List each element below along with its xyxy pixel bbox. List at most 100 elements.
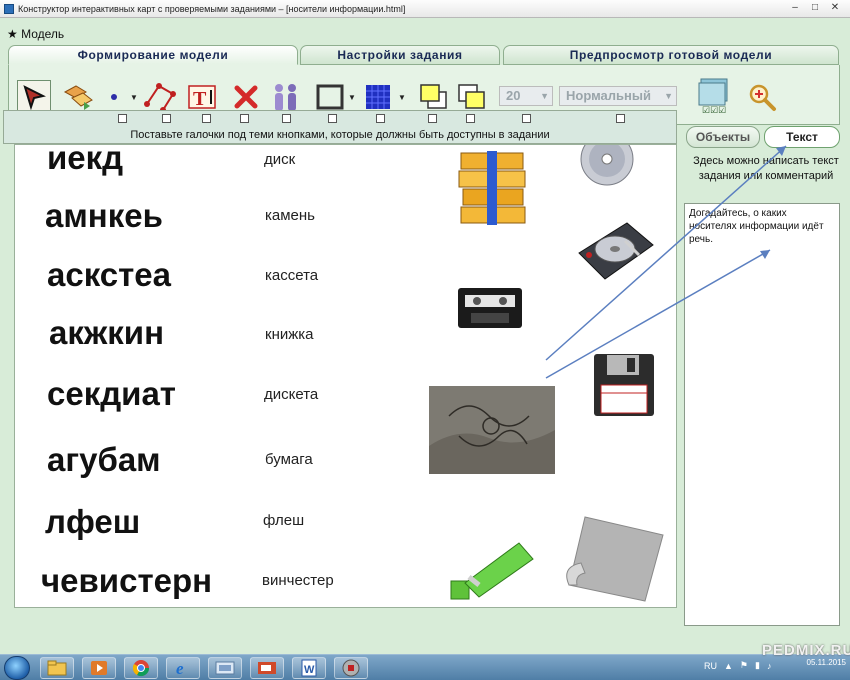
tool-checkbox[interactable]: [522, 114, 531, 123]
clock[interactable]: 05.11.2015: [790, 658, 846, 668]
map-canvas[interactable]: иекд амнкеь аскстеа акжкин секдиат агуба…: [14, 144, 677, 608]
answer-word[interactable]: диск: [264, 151, 295, 168]
paper-sheet-icon[interactable]: [557, 515, 665, 603]
answer-word[interactable]: флеш: [263, 512, 304, 529]
tool-checkbox[interactable]: [118, 114, 127, 123]
rectangle-tool-button[interactable]: [313, 80, 347, 114]
check-all-button[interactable]: ☑☑☑: [697, 77, 733, 115]
scrambled-word[interactable]: аскстеа: [47, 256, 171, 294]
fill-tool-button[interactable]: [361, 80, 395, 114]
tool-checkbox[interactable]: [616, 114, 625, 123]
delete-tool-button[interactable]: [229, 80, 263, 114]
tab-task-settings[interactable]: Настройки задания: [300, 45, 500, 65]
font-size-dropdown-arrow: ▼: [540, 91, 549, 101]
tool-checkbox[interactable]: [240, 114, 249, 123]
stone-carving-icon[interactable]: [429, 386, 555, 474]
point-dropdown-arrow[interactable]: ▼: [129, 93, 139, 103]
close-window-button[interactable]: ✕: [828, 2, 842, 14]
hard-drive-icon[interactable]: [575, 219, 655, 285]
map-builder-icon: [342, 659, 360, 677]
text-tool-icon: T: [188, 85, 216, 110]
svg-text:W: W: [304, 664, 315, 676]
scrambled-word[interactable]: чевистерн: [41, 562, 212, 600]
taskbar-impress[interactable]: [250, 657, 284, 679]
taskbar-word[interactable]: W: [292, 657, 326, 679]
taskbar: e W RU ▲ ⚑ ▮ ♪ 05.11.2015: [0, 654, 850, 680]
scrambled-word[interactable]: секдиат: [47, 375, 176, 413]
tool-checkbox[interactable]: [376, 114, 385, 123]
text-panel-button[interactable]: Текст: [764, 126, 840, 148]
answer-word[interactable]: бумага: [265, 451, 313, 468]
taskbar-explorer[interactable]: [40, 657, 74, 679]
send-back-button[interactable]: [455, 80, 489, 114]
svg-text:☑☑☑: ☑☑☑: [702, 105, 726, 115]
tab-model-building[interactable]: Формирование модели: [8, 45, 298, 65]
tab-preview[interactable]: Предпросмотр готовой модели: [503, 45, 839, 65]
books-icon[interactable]: [455, 149, 531, 227]
scrambled-word[interactable]: акжкин: [49, 314, 164, 352]
bring-front-icon: [420, 84, 447, 109]
polyline-tool-button[interactable]: [143, 80, 177, 114]
taskbar-chrome[interactable]: [124, 657, 158, 679]
point-tool-button[interactable]: [103, 80, 125, 114]
bring-front-button[interactable]: [417, 80, 451, 114]
answer-word[interactable]: винчестер: [262, 572, 334, 589]
impress-icon: [258, 662, 276, 674]
font-size-select[interactable]: 20 ▼: [499, 86, 553, 106]
scrambled-word[interactable]: иекд: [47, 145, 123, 177]
maximize-button[interactable]: □: [808, 2, 822, 14]
language-indicator[interactable]: RU: [704, 661, 717, 671]
taskbar-ie[interactable]: e: [166, 657, 200, 679]
tool-checkbox[interactable]: [428, 114, 437, 123]
taskbar-media-player[interactable]: [82, 657, 116, 679]
menu-model[interactable]: ★ Модель: [7, 27, 64, 41]
grid-fill-icon: [366, 85, 390, 109]
delete-icon: [234, 85, 258, 109]
rectangle-dropdown-arrow[interactable]: ▼: [347, 93, 357, 103]
presentation-icon: [215, 661, 235, 675]
font-style-value: Нормальный: [566, 88, 651, 103]
floppy-disk-icon[interactable]: [593, 353, 655, 417]
answer-word[interactable]: книжка: [265, 326, 314, 343]
system-tray: RU ▲ ⚑ ▮ ♪: [704, 660, 771, 671]
taskbar-presentation[interactable]: [208, 657, 242, 679]
font-style-dropdown-arrow: ▼: [664, 91, 673, 101]
task-text-area[interactable]: Догадайтесь, о каких носителях информаци…: [684, 203, 840, 626]
scrambled-word[interactable]: лфеш: [45, 503, 140, 541]
menu-model-label: Модель: [21, 27, 65, 41]
zoom-button[interactable]: [745, 80, 779, 114]
window-title: Конструктор интерактивных карт с проверя…: [18, 3, 406, 14]
explorer-icon: [47, 660, 67, 676]
send-back-icon: [458, 84, 485, 109]
media-player-icon: [91, 661, 107, 675]
answer-word[interactable]: дискета: [264, 386, 318, 403]
objects-button[interactable]: Объекты: [686, 126, 760, 148]
usb-flash-icon[interactable]: [449, 537, 539, 603]
chrome-icon: [132, 660, 150, 677]
network-icon[interactable]: ▮: [755, 660, 760, 671]
tray-chevron-icon[interactable]: ▲: [724, 661, 733, 671]
tool-checkbox[interactable]: [202, 114, 211, 123]
minimize-button[interactable]: –: [788, 2, 802, 14]
move-shapes-button[interactable]: [61, 80, 95, 114]
taskbar-map-builder[interactable]: [334, 657, 368, 679]
cassette-icon[interactable]: [457, 287, 523, 329]
font-style-select[interactable]: Нормальный ▼: [559, 86, 677, 106]
pointer-tool-button[interactable]: [17, 80, 51, 114]
group-tool-button[interactable]: [269, 80, 303, 114]
tool-checkbox[interactable]: [282, 114, 291, 123]
volume-icon[interactable]: ♪: [767, 661, 772, 671]
start-button[interactable]: [4, 656, 30, 680]
flag-icon[interactable]: ⚑: [740, 660, 748, 671]
answer-word[interactable]: камень: [265, 207, 315, 224]
tool-checkbox[interactable]: [162, 114, 171, 123]
answer-word[interactable]: кассета: [265, 267, 318, 284]
disc-icon[interactable]: [575, 144, 639, 187]
scrambled-word[interactable]: амнкеь: [45, 197, 163, 235]
fill-dropdown-arrow[interactable]: ▼: [397, 93, 407, 103]
window-controls: – □ ✕: [788, 2, 842, 14]
tool-checkbox[interactable]: [328, 114, 337, 123]
scrambled-word[interactable]: агубам: [47, 441, 161, 479]
tool-checkbox[interactable]: [466, 114, 475, 123]
text-tool-button[interactable]: T: [187, 80, 221, 114]
